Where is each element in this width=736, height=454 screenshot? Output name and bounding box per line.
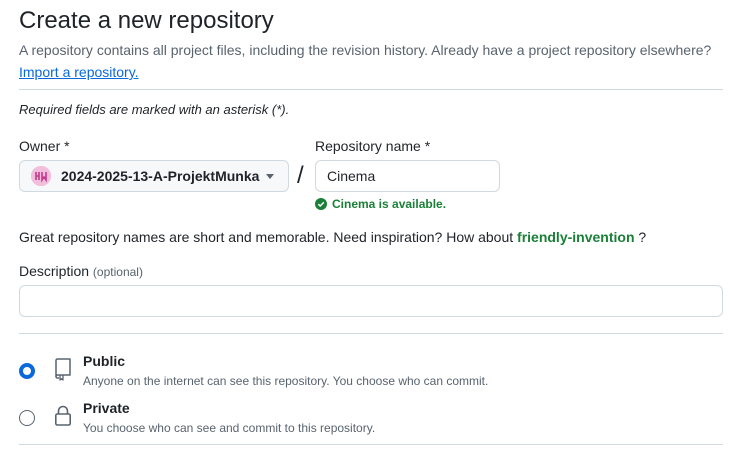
divider	[19, 333, 723, 334]
description-label-text: Description	[19, 263, 90, 279]
chevron-down-icon	[266, 174, 274, 179]
private-description: You choose who can see and commit to thi…	[83, 421, 376, 435]
private-title: Private	[83, 400, 130, 416]
optional-hint: (optional)	[92, 265, 143, 279]
page-title: Create a new repository	[19, 7, 274, 34]
repo-icon	[55, 358, 71, 381]
public-radio[interactable]	[19, 363, 35, 379]
description-label: Description (optional)	[19, 263, 143, 279]
lock-icon	[54, 405, 71, 426]
repository-name-label: Repository name *	[315, 138, 431, 154]
import-repository-link[interactable]: Import a repository.	[19, 64, 139, 80]
availability-text: Cinema is available.	[332, 197, 447, 211]
public-title: Public	[83, 353, 126, 369]
repository-name-input[interactable]	[315, 160, 500, 192]
name-inspiration: Great repository names are short and mem…	[19, 229, 646, 245]
inspiration-text: Great repository names are short and mem…	[19, 229, 514, 245]
availability-status: Cinema is available.	[315, 197, 446, 211]
owner-avatar	[31, 166, 51, 186]
owner-label: Owner *	[19, 138, 70, 154]
owner-dropdown[interactable]: 2024-2025-13-A-ProjektMunka	[19, 160, 289, 192]
page-subtitle: A repository contains all project files,…	[19, 42, 712, 58]
required-fields-note: Required fields are marked with an aster…	[19, 102, 290, 117]
divider	[19, 444, 723, 445]
suggested-name-link[interactable]: friendly-invention	[517, 229, 634, 245]
check-circle-icon	[315, 198, 327, 210]
inspiration-suffix: ?	[638, 229, 647, 245]
divider	[19, 89, 723, 90]
owner-repo-separator: /	[297, 162, 304, 189]
public-description: Anyone on the internet can see this repo…	[83, 374, 489, 388]
owner-name: 2024-2025-13-A-ProjektMunka	[61, 168, 260, 184]
private-radio[interactable]	[19, 410, 35, 426]
description-input[interactable]	[19, 285, 723, 317]
